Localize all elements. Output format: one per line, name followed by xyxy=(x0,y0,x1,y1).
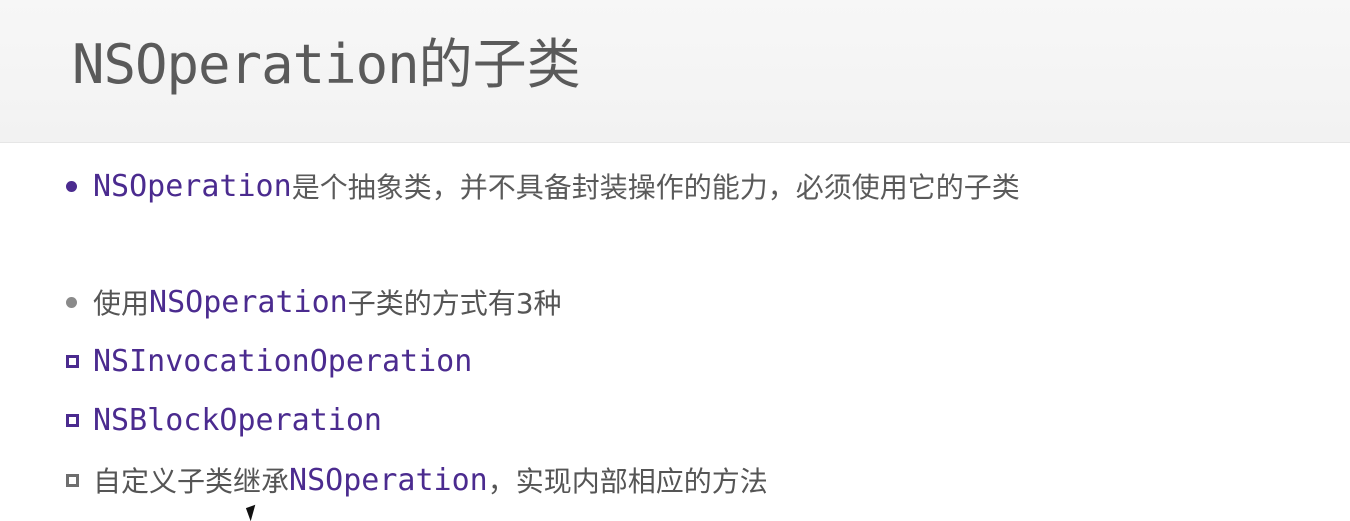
sub-bullet-item: NSInvocationOperation xyxy=(62,339,472,383)
slide-header: NSOperation的子类 xyxy=(0,0,1350,143)
bullet-dot-icon xyxy=(66,296,77,308)
bullet-text-after: ，实现内部相应的方法 xyxy=(487,465,768,498)
square-bullet-icon xyxy=(66,473,79,487)
bullet-code: NSOperation xyxy=(289,462,488,498)
bullet-dot-icon xyxy=(66,180,77,192)
bullet-item: 使用 NSOperation 子类的方式有3种 xyxy=(62,280,562,324)
bullet-item: NSOperation 是个抽象类，并不具备封装操作的能力，必须使用它的子类 xyxy=(62,164,1020,208)
square-bullet-icon xyxy=(66,354,79,368)
slide-title-code: NSOperation xyxy=(72,33,420,96)
sub-bullet-item: NSBlockOperation xyxy=(62,398,382,442)
square-bullet-icon xyxy=(66,413,79,427)
bullet-code: NSOperation xyxy=(93,168,292,204)
slide-title: NSOperation的子类 xyxy=(72,30,581,100)
bullet-code: NSInvocationOperation xyxy=(93,343,473,379)
slide-title-text: 的子类 xyxy=(418,33,581,96)
mouse-cursor-icon xyxy=(245,504,261,521)
bullet-text-before: 自定义子类继承 xyxy=(93,465,290,498)
bullet-code: NSBlockOperation xyxy=(93,402,382,438)
bullet-code: NSOperation xyxy=(149,284,348,320)
bullet-text-before: 使用 xyxy=(93,287,150,320)
sub-bullet-item: 自定义子类继承 NSOperation ，实现内部相应的方法 xyxy=(62,458,768,502)
bullet-text-after: 子类的方式有3种 xyxy=(347,287,562,320)
bullet-text: 是个抽象类，并不具备封装操作的能力，必须使用它的子类 xyxy=(291,171,1020,204)
